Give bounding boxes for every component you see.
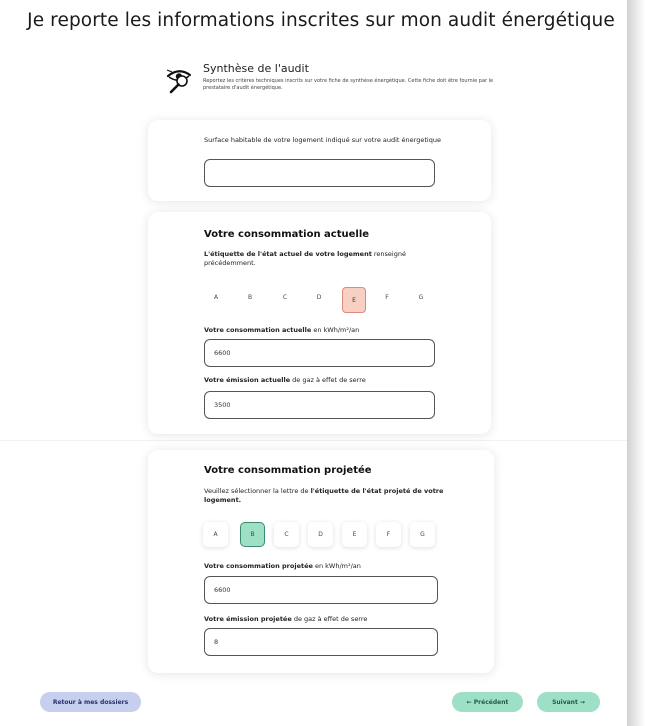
projected-letter-f[interactable]: F [376,522,401,547]
previous-button[interactable]: ← Précédent [452,692,523,712]
current-letter-d[interactable]: D [312,294,326,301]
projected-letter-e[interactable]: E [342,522,367,547]
projected-label-plain: Veuillez sélectionner la lettre de [204,487,311,495]
current-consumption-input[interactable]: 6600 [204,339,435,367]
back-to-folders-button[interactable]: Retour à mes dossiers [40,692,141,712]
eye-magnifier-icon [166,69,192,94]
projected-letter-g[interactable]: G [410,522,435,547]
projected-emission-label-bold: Votre émission projetée [204,615,292,623]
projected-consumption-input[interactable]: 6600 [204,576,438,604]
audit-title: Synthèse de l'audit [203,62,309,75]
current-label: L'étiquette de l'état actuel de votre lo… [204,250,434,268]
current-letter-e[interactable]: E [342,287,366,313]
current-emission-label-bold: Votre émission actuelle [204,376,291,384]
surface-card: Surface habitable de votre logement indi… [148,120,491,201]
surface-input[interactable] [204,159,435,187]
current-consumption-card: Votre consommation actuelle L'étiquette … [148,212,491,434]
projected-letter-d[interactable]: D [308,522,333,547]
current-label-bold: L'étiquette de l'état actuel de votre lo… [204,250,372,258]
projected-letter-b[interactable]: B [240,522,265,547]
projected-consumption-label: Votre consommation projetée en kWh/m²/an [204,562,361,571]
divider [0,440,627,441]
projected-emission-label: Votre émission projetée de gaz à effet d… [204,615,367,624]
current-letter-f[interactable]: F [380,294,394,301]
current-letter-g[interactable]: G [414,294,428,301]
current-consumption-label-rest: en kWh/m²/an [311,326,360,334]
surface-label: Surface habitable de votre logement indi… [204,136,441,144]
projected-consumption-card: Votre consommation projetée Veuillez sél… [148,450,494,673]
page-shadow [627,0,645,726]
projected-letter-a[interactable]: A [203,522,228,547]
current-consumption-label: Votre consommation actuelle en kWh/m²/an [204,326,359,335]
projected-letter-c[interactable]: C [274,522,299,547]
current-section-title: Votre consommation actuelle [204,229,370,240]
next-button[interactable]: Suivant → [537,692,600,712]
projected-emission-input[interactable]: 8 [204,628,438,656]
current-consumption-label-bold: Votre consommation actuelle [204,326,312,334]
projected-consumption-label-rest: en kWh/m²/an [312,562,361,570]
projected-consumption-label-bold: Votre consommation projetée [204,562,313,570]
projected-label: Veuillez sélectionner la lettre de l'éti… [204,487,449,505]
current-letter-a[interactable]: A [209,294,223,301]
current-emission-label: Votre émission actuelle de gaz à effet d… [204,376,366,385]
current-letter-c[interactable]: C [278,294,292,301]
audit-header: Synthèse de l'audit Reportez les critère… [165,62,495,102]
current-letter-b[interactable]: B [243,294,257,301]
current-emission-input[interactable]: 3500 [204,391,435,419]
page-title: Je reporte les informations inscrites su… [27,10,615,31]
current-emission-label-rest: de gaz à effet de serre [290,376,366,384]
projected-emission-label-rest: de gaz à effet de serre [291,615,368,623]
projected-section-title: Votre consommation projetée [204,465,372,476]
audit-description: Reportez les critères techniques inscrit… [203,78,494,91]
